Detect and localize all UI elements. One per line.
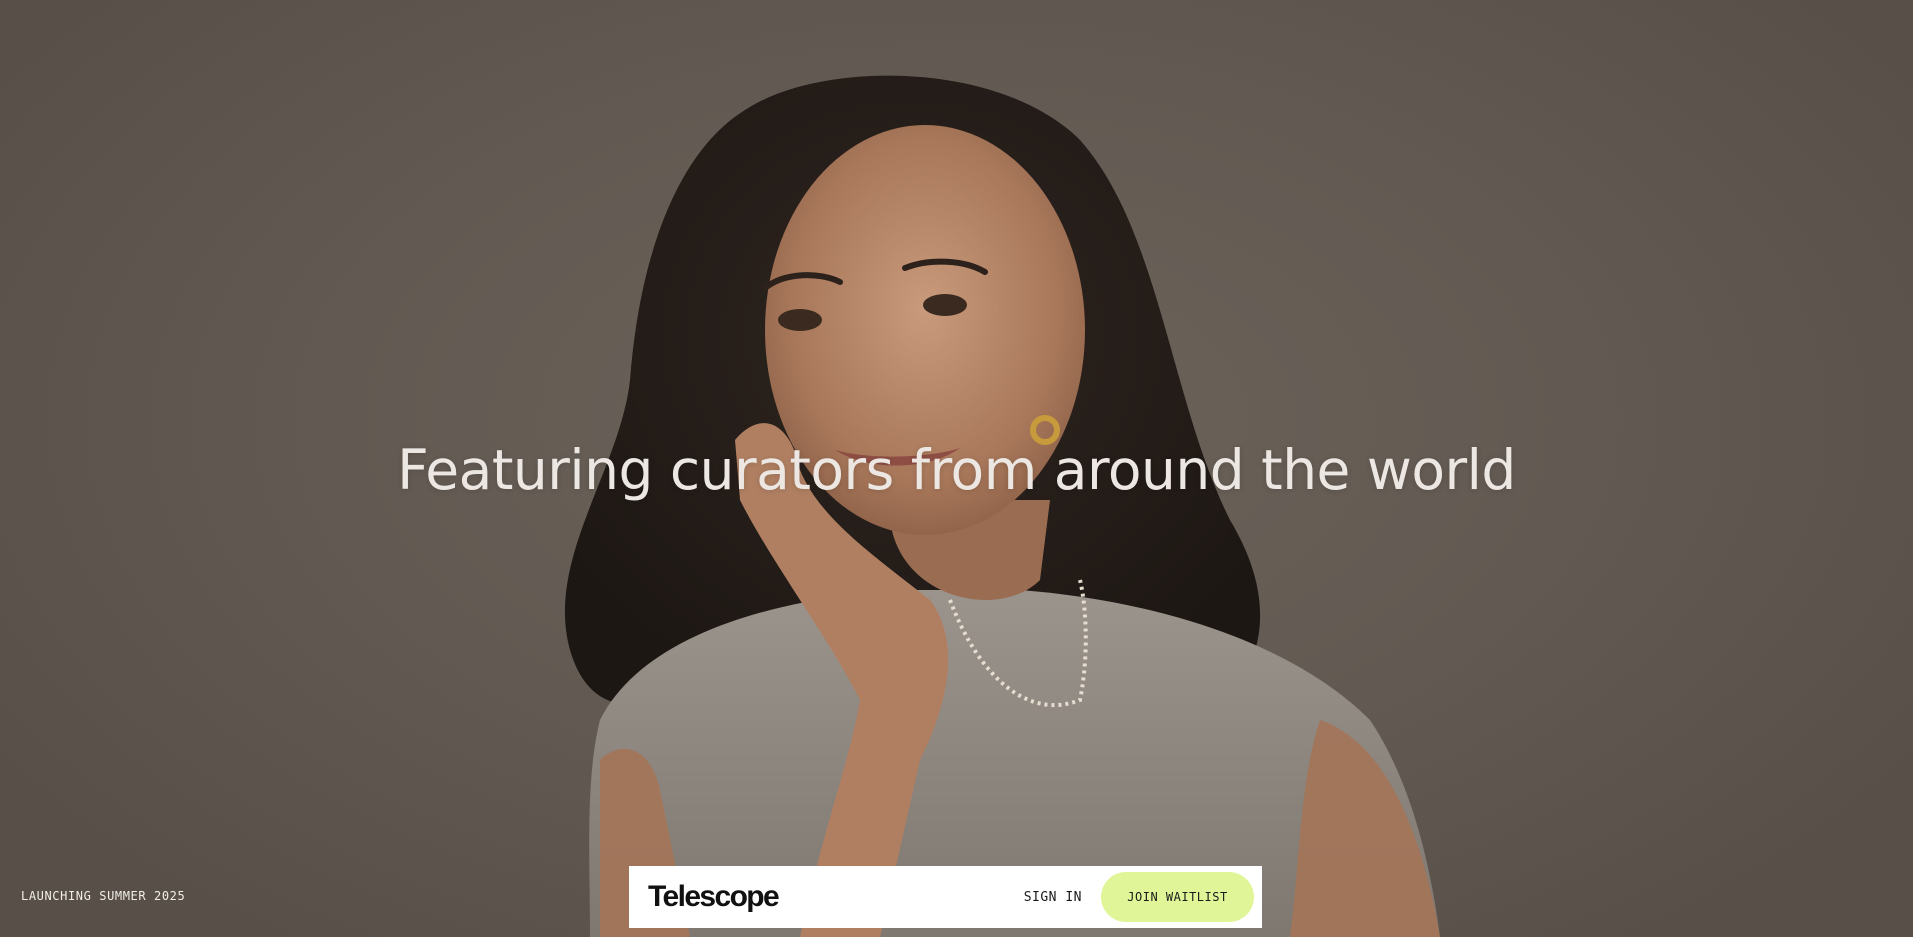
launch-announcement: LAUNCHING SUMMER 2025	[21, 889, 186, 903]
join-waitlist-button[interactable]: JOIN WAITLIST	[1101, 872, 1254, 922]
hero-section: Featuring curators from around the world	[0, 0, 1913, 937]
bottom-navbar: Telescope SIGN IN JOIN WAITLIST	[629, 866, 1262, 928]
telescope-logo[interactable]: Telescope	[648, 880, 780, 914]
sign-in-button[interactable]: SIGN IN	[1024, 882, 1082, 913]
hero-headline: Featuring curators from around the world	[397, 438, 1516, 502]
